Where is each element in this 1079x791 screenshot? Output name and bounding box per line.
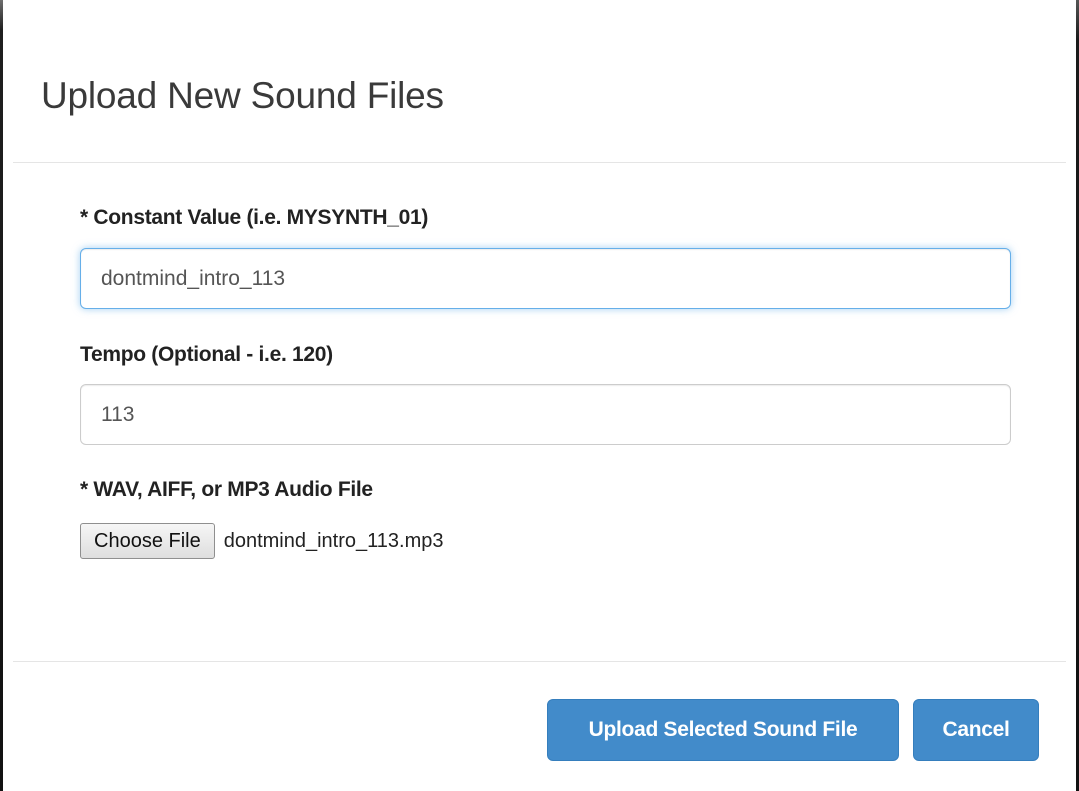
dialog-body: * Constant Value (i.e. MYSYNTH_01) Tempo… <box>13 163 1066 661</box>
constant-value-input[interactable] <box>80 248 1011 309</box>
dialog-footer: Upload Selected Sound File Cancel <box>13 661 1066 791</box>
choose-file-button[interactable]: Choose File <box>80 523 215 559</box>
constant-value-label: * Constant Value (i.e. MYSYNTH_01) <box>80 206 429 229</box>
dialog-header: Upload New Sound Files <box>13 0 1066 163</box>
audio-file-label: * WAV, AIFF, or MP3 Audio File <box>80 478 373 501</box>
selected-file-name: dontmind_intro_113.mp3 <box>223 529 444 552</box>
page: Upload New Sound Files * Constant Value … <box>0 0 1079 791</box>
dialog-title: Upload New Sound Files <box>41 75 444 116</box>
upload-dialog: Upload New Sound Files * Constant Value … <box>13 0 1066 791</box>
tempo-label: Tempo (Optional - i.e. 120) <box>80 343 333 366</box>
cancel-button[interactable]: Cancel <box>913 699 1039 761</box>
tempo-input[interactable] <box>80 384 1011 445</box>
upload-selected-sound-file-button[interactable]: Upload Selected Sound File <box>547 699 899 761</box>
file-picker: Choose File dontmind_intro_113.mp3 <box>80 522 444 560</box>
backdrop-edge-left <box>0 0 3 791</box>
